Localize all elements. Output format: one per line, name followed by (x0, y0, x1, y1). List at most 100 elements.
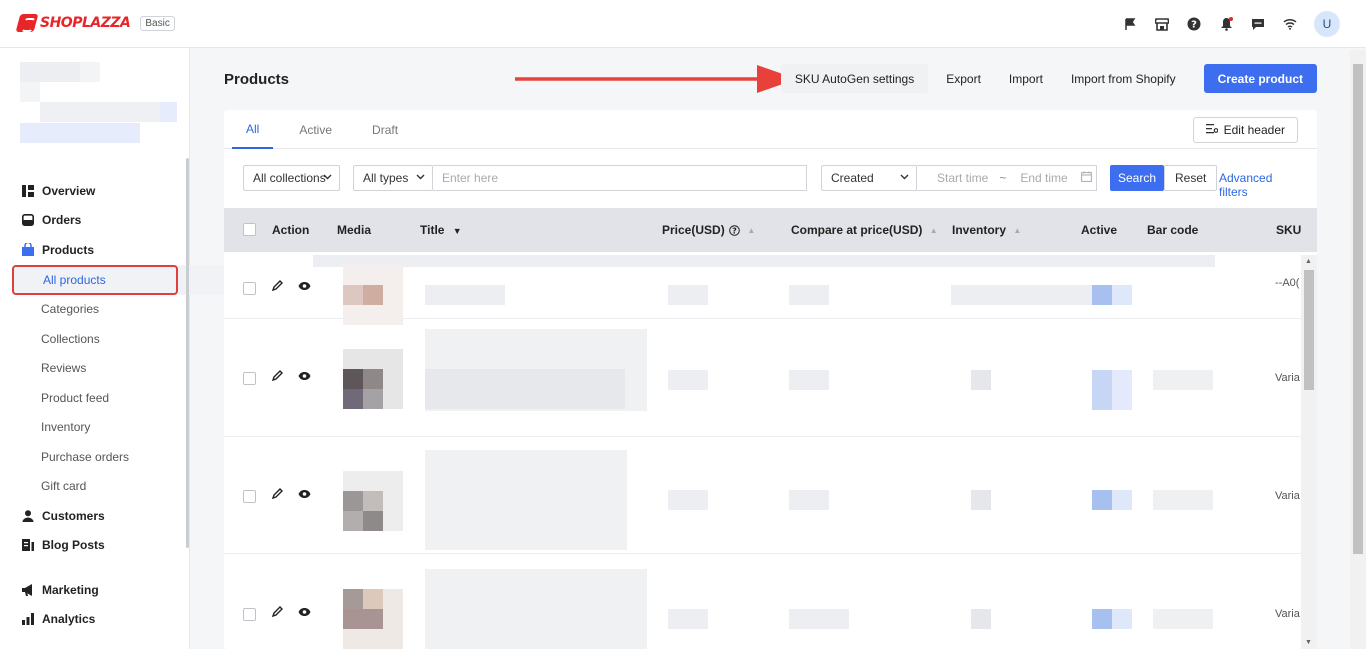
view-icon[interactable] (298, 605, 311, 620)
col-compare-label: Compare at price(USD) (791, 223, 923, 237)
view-icon[interactable] (298, 279, 311, 294)
scroll-down-icon[interactable]: ▼ (1305, 639, 1312, 646)
col-inventory[interactable]: Inventory ▲ (952, 223, 1021, 237)
sidebar-item-overview[interactable]: Overview (0, 176, 186, 206)
active-toggle[interactable] (1092, 285, 1112, 305)
blurred-compare-price (789, 285, 829, 305)
sidebar-item-customers[interactable]: Customers (0, 501, 186, 531)
types-select[interactable]: All types (353, 165, 433, 191)
end-time-input[interactable]: End time (1020, 171, 1067, 185)
sidebar-item-marketing[interactable]: Marketing (0, 575, 186, 605)
import-from-shopify-button[interactable]: Import from Shopify (1057, 64, 1190, 93)
search-button[interactable]: Search (1110, 165, 1165, 191)
scrollbar-thumb[interactable] (1304, 270, 1314, 390)
blurred-barcode (1153, 370, 1213, 390)
sidebar-item-inventory[interactable]: Inventory (0, 413, 186, 443)
col-price[interactable]: Price(USD) ? ▲ (662, 223, 755, 239)
tab-all[interactable]: All (232, 110, 274, 149)
sidebar-nav: Overview Orders Products All products Ca… (0, 176, 233, 635)
row-checkbox[interactable] (243, 282, 256, 295)
table-row[interactable]: Varia (224, 319, 1301, 437)
collections-select[interactable]: All collections (243, 165, 340, 191)
sidebar-item-categories[interactable]: Categories (0, 295, 186, 325)
sidebar-item-analytics[interactable]: Analytics (0, 605, 186, 635)
sidebar-item-product-feed[interactable]: Product feed (0, 383, 186, 413)
sku-autogen-settings-button[interactable]: SKU AutoGen settings (780, 64, 929, 93)
col-title[interactable]: Title ▼ (420, 223, 462, 237)
edit-icon[interactable] (271, 605, 284, 620)
row-checkbox[interactable] (243, 490, 256, 503)
edit-header-button[interactable]: Edit header (1192, 117, 1298, 143)
col-compare-price[interactable]: Compare at price(USD) ▲ (791, 223, 938, 237)
sidebar-item-label: Orders (42, 213, 82, 228)
tab-draft[interactable]: Draft (352, 110, 418, 149)
row-checkbox[interactable] (243, 608, 256, 621)
import-button[interactable]: Import (995, 64, 1057, 93)
product-image-pixel (343, 589, 363, 609)
page-scrollbar-thumb[interactable] (1353, 64, 1363, 554)
active-toggle-blur (1112, 609, 1132, 629)
start-time-input[interactable]: Start time (937, 171, 988, 185)
row-checkbox[interactable] (243, 372, 256, 385)
sidebar-scrollbar[interactable] (186, 158, 189, 548)
sku-value: --A0( (1275, 277, 1300, 289)
view-icon[interactable] (298, 487, 311, 502)
wifi-icon[interactable] (1282, 16, 1298, 32)
date-range-picker[interactable]: Start time ~ End time (917, 165, 1097, 191)
help-icon[interactable]: ? (1186, 16, 1202, 32)
header-actions: SKU AutoGen settings Export Import Impor… (780, 64, 1317, 93)
export-button[interactable]: Export (932, 64, 995, 93)
nav-gap (0, 560, 186, 575)
blurred-price (668, 370, 708, 390)
sidebar-item-products[interactable]: Products (0, 235, 186, 265)
table-scrollbar[interactable]: ▲ ▼ (1301, 255, 1317, 649)
table-row[interactable]: Varia (224, 437, 1301, 554)
scroll-up-icon[interactable]: ▲ (1305, 258, 1312, 265)
overview-icon (21, 184, 35, 198)
svg-text:?: ? (1191, 20, 1197, 31)
sidebar-item-label: Customers (42, 508, 105, 523)
active-toggle[interactable] (1092, 609, 1112, 629)
reset-button[interactable]: Reset (1164, 165, 1218, 191)
main-content: Products SKU AutoGen settings Export Imp… (190, 48, 1350, 649)
avatar[interactable]: U (1314, 11, 1340, 37)
brand-logo[interactable]: SHOPLAZZA Basic (15, 14, 175, 32)
blog-icon (21, 538, 35, 552)
sidebar-item-gift-card[interactable]: Gift card (0, 472, 186, 502)
date-field-select[interactable]: Created (821, 165, 917, 191)
advanced-filters-link[interactable]: Advanced filters (1219, 171, 1303, 199)
edit-icon[interactable] (271, 487, 284, 502)
flag-icon[interactable] (1122, 16, 1138, 32)
blurred-title (425, 285, 505, 305)
sidebar-item-reviews[interactable]: Reviews (0, 354, 186, 384)
store-icon[interactable] (1154, 16, 1170, 32)
sidebar-item-purchase-orders[interactable]: Purchase orders (0, 442, 186, 472)
message-icon[interactable] (1250, 16, 1266, 32)
sidebar-item-all-products[interactable]: All products (12, 264, 233, 295)
tab-active[interactable]: Active (279, 110, 352, 149)
store-blur (20, 82, 40, 102)
active-toggle[interactable] (1092, 490, 1112, 510)
collections-select-value: All collections (253, 171, 326, 185)
store-avatar-blur (20, 62, 80, 82)
store-blur (20, 123, 140, 143)
calendar-icon[interactable] (1080, 171, 1092, 185)
select-all-checkbox[interactable] (243, 223, 256, 236)
bell-icon[interactable] (1218, 16, 1234, 32)
view-icon[interactable] (298, 369, 311, 384)
create-product-button[interactable]: Create product (1203, 64, 1317, 93)
active-toggle[interactable] (1092, 370, 1112, 410)
blurred-title (425, 369, 625, 409)
edit-icon[interactable] (271, 279, 284, 294)
table-row[interactable]: --A0( (224, 252, 1301, 325)
sidebar-item-collections[interactable]: Collections (0, 324, 186, 354)
sidebar-item-blog-posts[interactable]: Blog Posts (0, 531, 186, 561)
store-blur (40, 102, 160, 122)
edit-icon[interactable] (271, 369, 284, 384)
col-inventory-label: Inventory (952, 223, 1007, 237)
search-input[interactable]: Enter here (433, 165, 807, 191)
page-scrollbar[interactable] (1350, 50, 1366, 649)
blurred-price (668, 285, 708, 305)
sidebar-item-orders[interactable]: Orders (0, 206, 186, 236)
table-row[interactable]: Varia (224, 554, 1301, 649)
